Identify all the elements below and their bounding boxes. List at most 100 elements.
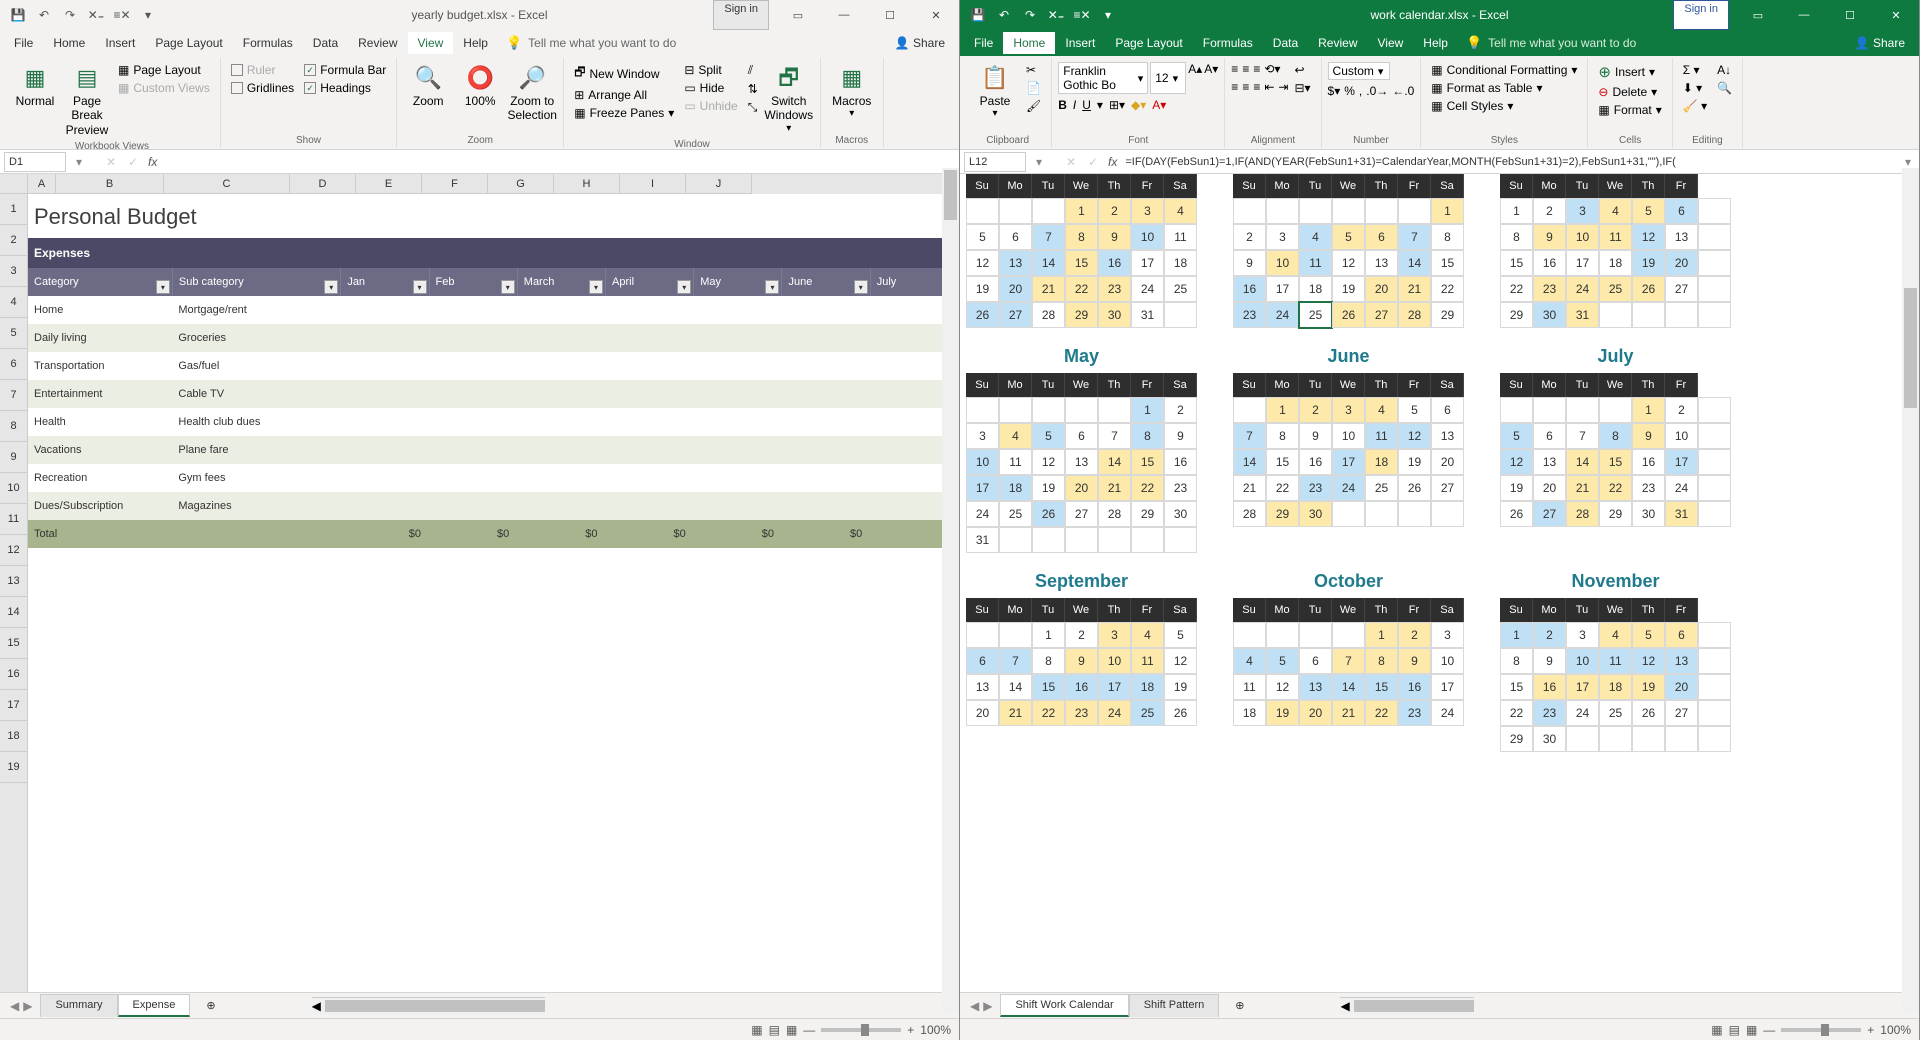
- qat-icon[interactable]: ✕₌: [1044, 3, 1068, 27]
- calendar-day[interactable]: [1698, 276, 1731, 302]
- formula-input[interactable]: [1121, 152, 1897, 172]
- qat-icon2[interactable]: ≡✕: [110, 3, 134, 27]
- calendar-day[interactable]: 6: [1665, 198, 1698, 224]
- calendar-day[interactable]: 5: [1632, 198, 1665, 224]
- tab-data[interactable]: Data: [1263, 32, 1308, 54]
- calendar-day[interactable]: [966, 397, 999, 423]
- column-header[interactable]: C: [164, 174, 290, 194]
- zoom-button[interactable]: 🔍Zoom: [403, 62, 453, 110]
- row-header[interactable]: 2: [0, 225, 27, 256]
- calendar-day[interactable]: 9: [1098, 224, 1131, 250]
- find-select-icon[interactable]: 🔍: [1713, 80, 1736, 96]
- calendar-day[interactable]: [1500, 397, 1533, 423]
- calendar-day[interactable]: [966, 198, 999, 224]
- grid-area[interactable]: ABCDEFGHIJ 12345678910111213141516171819…: [0, 174, 959, 992]
- calendar-day[interactable]: [1032, 198, 1065, 224]
- calendar-day[interactable]: 10: [1665, 423, 1698, 449]
- filter-dropdown-icon[interactable]: ▾: [677, 280, 691, 294]
- sheet-tab[interactable]: Shift Work Calendar: [1000, 994, 1128, 1017]
- calendar-day[interactable]: 11: [1599, 648, 1632, 674]
- calendar-day[interactable]: 29: [1500, 302, 1533, 328]
- calendar-day[interactable]: [1599, 302, 1632, 328]
- qat-icon2[interactable]: ≡✕: [1070, 3, 1094, 27]
- calendar-day[interactable]: 22: [1032, 700, 1065, 726]
- calendar-day[interactable]: 15: [1266, 449, 1299, 475]
- fx-icon[interactable]: fx: [144, 155, 161, 169]
- calendar-day[interactable]: 1: [1632, 397, 1665, 423]
- calendar-day[interactable]: 9: [1164, 423, 1197, 449]
- calendar-day[interactable]: [1032, 397, 1065, 423]
- calendar-day[interactable]: 8: [1500, 648, 1533, 674]
- calendar-day[interactable]: 21: [999, 700, 1032, 726]
- calendar-day[interactable]: 9: [1533, 224, 1566, 250]
- new-window-button[interactable]: 🗗 New Window: [570, 62, 678, 85]
- calendar-day[interactable]: [1698, 423, 1731, 449]
- redo-icon[interactable]: ↷: [58, 3, 82, 27]
- calendar-day[interactable]: 12: [1266, 674, 1299, 700]
- calendar-day[interactable]: [1233, 622, 1266, 648]
- filter-dropdown-icon[interactable]: ▾: [589, 280, 603, 294]
- vertical-scrollbar[interactable]: [1902, 168, 1919, 1012]
- calendar-day[interactable]: 8: [1266, 423, 1299, 449]
- calendar-day[interactable]: 5: [966, 224, 999, 250]
- calendar-day[interactable]: 13: [1065, 449, 1098, 475]
- align-middle-icon[interactable]: ≡: [1242, 62, 1249, 76]
- calendar-day[interactable]: 30: [1632, 501, 1665, 527]
- calendar-day[interactable]: 24: [966, 501, 999, 527]
- sheet-tab[interactable]: Shift Pattern: [1129, 994, 1220, 1017]
- calendar-day[interactable]: 27: [1431, 475, 1464, 501]
- fill-color-button[interactable]: ◆▾: [1131, 98, 1146, 112]
- column-header[interactable]: J: [686, 174, 752, 194]
- grid-area[interactable]: SuMoTuWeThFrSa12345678910111213141516171…: [960, 174, 1919, 992]
- calendar-day[interactable]: [1032, 527, 1065, 553]
- sheet-tab[interactable]: Expense: [118, 994, 191, 1017]
- calendar-day[interactable]: 18: [1164, 250, 1197, 276]
- calendar-day[interactable]: 6: [999, 224, 1032, 250]
- ruler-checkbox[interactable]: Ruler: [227, 62, 298, 78]
- increase-indent-icon[interactable]: ⇥: [1278, 80, 1288, 94]
- switch-windows-button[interactable]: 🗗Switch Windows▾: [764, 62, 814, 137]
- calendar-day[interactable]: [1365, 501, 1398, 527]
- cut-icon[interactable]: ✂: [1022, 62, 1045, 78]
- calendar-day[interactable]: 14: [1566, 449, 1599, 475]
- filter-dropdown-icon[interactable]: ▾: [854, 280, 868, 294]
- column-header[interactable]: D: [290, 174, 356, 194]
- table-row[interactable]: HomeMortgage/rent: [28, 296, 959, 324]
- calendar-day[interactable]: 29: [1065, 302, 1098, 328]
- tell-me-input[interactable]: 💡Tell me what you want to do: [498, 35, 684, 51]
- calendar-day[interactable]: 26: [1332, 302, 1365, 328]
- calendar-day[interactable]: [1299, 198, 1332, 224]
- calendar-day[interactable]: 4: [1599, 198, 1632, 224]
- calendar-day[interactable]: 13: [999, 250, 1032, 276]
- calendar-day[interactable]: [999, 198, 1032, 224]
- calendar-day[interactable]: 16: [1065, 674, 1098, 700]
- hide-button[interactable]: ▭ Hide: [680, 80, 741, 96]
- calendar-day[interactable]: [966, 622, 999, 648]
- calendar-day[interactable]: 8: [1065, 224, 1098, 250]
- calendar-day[interactable]: 3: [1131, 198, 1164, 224]
- calendar-day[interactable]: 11: [1233, 674, 1266, 700]
- calendar-day[interactable]: 10: [1566, 648, 1599, 674]
- calendar-day[interactable]: 27: [1365, 302, 1398, 328]
- calendar-day[interactable]: 1: [1500, 622, 1533, 648]
- calendar-day[interactable]: 7: [999, 648, 1032, 674]
- budget-column-header[interactable]: April▾: [606, 268, 694, 296]
- calendar-day[interactable]: [1599, 726, 1632, 752]
- calendar-day[interactable]: [1164, 527, 1197, 553]
- calendar-day[interactable]: 10: [1332, 423, 1365, 449]
- calendar-day[interactable]: 2: [1665, 397, 1698, 423]
- calendar-day[interactable]: [1332, 622, 1365, 648]
- calendar-day[interactable]: 13: [1665, 224, 1698, 250]
- page-layout-button[interactable]: ▦ Page Layout: [114, 62, 214, 78]
- calendar-day[interactable]: 15: [1431, 250, 1464, 276]
- calendar-day[interactable]: 17: [1566, 674, 1599, 700]
- calendar-day[interactable]: 12: [1164, 648, 1197, 674]
- calendar-day[interactable]: 15: [1065, 250, 1098, 276]
- align-top-icon[interactable]: ≡: [1231, 62, 1238, 76]
- cell-styles-button[interactable]: ▦ Cell Styles ▾: [1427, 98, 1581, 114]
- sheet-nav-prev-icon[interactable]: ◀: [970, 999, 979, 1013]
- decrease-font-icon[interactable]: A▾: [1204, 62, 1218, 94]
- calendar-day[interactable]: [1698, 700, 1731, 726]
- row-header[interactable]: 1: [0, 194, 27, 225]
- calendar-day[interactable]: 26: [1632, 276, 1665, 302]
